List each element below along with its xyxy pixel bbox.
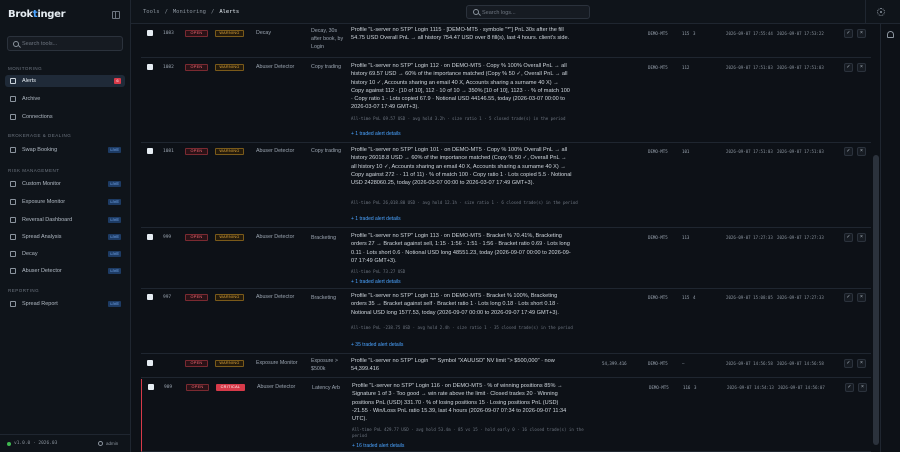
table-row[interactable]: 1083 OPEN WARNING Decay Decay, 30s after… [141,24,871,58]
severity-badge: WARNING [215,148,244,155]
ack-button[interactable]: ✓ [844,29,853,38]
traded-details-link[interactable]: + 35 traded alert details [351,342,403,348]
people-icon[interactable] [887,31,894,38]
row-checkbox[interactable] [147,64,153,70]
sidebar-item-abuser-detector[interactable]: Abuser Detector LIVE [5,265,125,277]
spread-icon [10,234,16,240]
traded-details-link[interactable]: + 16 traded alert details [352,443,404,449]
right-rail [880,24,900,452]
table-row[interactable]: OPEN WARNING Exposure Monitor Exposure >… [141,355,871,378]
traded-details-link[interactable]: + 1 traded alert details [351,279,401,285]
section-reporting: REPORTING [8,288,40,293]
decay-icon [10,251,16,257]
sidebar-item-spread-report[interactable]: Spread Report LIVE [5,298,125,310]
archive-icon [10,96,16,102]
severity-badge: WARNING [215,64,244,71]
row-checkbox[interactable] [148,384,154,390]
row-checkbox[interactable] [147,30,153,36]
sidebar-search[interactable] [7,36,123,51]
sidebar-item-spread-analysis[interactable]: Spread Analysis LIVE [5,231,125,243]
breadcrumb-alerts: Alerts [219,9,240,15]
shield-icon [10,268,16,274]
dismiss-button[interactable]: × [857,63,866,72]
brand-logo[interactable]: Broktinger [8,9,66,20]
alerts-table: 1083 OPEN WARNING Decay Decay, 30s after… [131,24,872,452]
theme-toggle-icon[interactable] [877,8,885,16]
row-checkbox[interactable] [147,294,153,300]
row-checkbox[interactable] [147,360,153,366]
bell-icon [10,78,16,84]
sidebar-item-alerts[interactable]: Alerts 6 [5,75,125,87]
alerts-count-badge: 6 [114,78,121,84]
dismiss-button[interactable]: × [858,383,867,392]
section-monitoring: MONITORING [8,66,43,71]
status-badge: OPEN [185,148,208,155]
sidebar-item-archive[interactable]: Archive [5,93,125,105]
row-checkbox[interactable] [147,234,153,240]
status-badge: OPEN [185,64,208,71]
table-row[interactable]: 1082 OPEN WARNING Abuser Detector Copy t… [141,59,871,143]
ack-button[interactable]: ✓ [844,233,853,242]
sidebar-footer: v1.0.0 · 2026.03 admin [0,434,131,452]
section-brokerage: BROKERAGE & DEALING [8,133,72,138]
severity-badge: WARNING [215,360,244,367]
severity-badge: WARNING [215,234,244,241]
ack-button[interactable]: ✓ [844,63,853,72]
sidebar-item-exposure-monitor[interactable]: Exposure Monitor LIVE [5,196,125,208]
table-row[interactable]: 999 OPEN WARNING Abuser Detector Bracket… [141,229,871,289]
dismiss-button[interactable]: × [857,29,866,38]
sidebar-item-swap-booking[interactable]: Swap Booking LIVE [5,144,125,156]
user-name[interactable]: admin [106,441,118,446]
eye-icon [10,199,16,205]
dismiss-button[interactable]: × [857,359,866,368]
status-badge: OPEN [185,30,208,37]
monitor-icon [10,181,16,187]
status-badge: OPEN [186,384,209,391]
breadcrumb-monitoring[interactable]: Monitoring [173,9,206,15]
row-checkbox[interactable] [147,148,153,154]
severity-badge: WARNING [215,30,244,37]
sidebar-item-decay[interactable]: Decay LIVE [5,248,125,260]
collapse-sidebar-icon[interactable] [112,11,120,19]
ack-button[interactable]: ✓ [845,383,854,392]
sidebar-search-input[interactable] [22,39,118,49]
traded-details-link[interactable]: + 1 traded alert details [351,216,401,222]
status-dot-icon [7,442,11,446]
top-bar: Tools / Monitoring / Alerts [131,0,900,24]
status-badge: OPEN [185,360,208,367]
ack-button[interactable]: ✓ [844,147,853,156]
version-label: v1.0.0 · 2026.03 [14,441,58,446]
sidebar-item-reversal-dashboard[interactable]: Reversal Dashboard LIVE [5,214,125,226]
log-search[interactable] [466,5,590,19]
severity-badge: CRITICAL [216,384,245,391]
sidebar-item-custom-monitor[interactable]: Custom Monitor LIVE [5,178,125,190]
ack-button[interactable]: ✓ [844,359,853,368]
log-search-input[interactable] [482,8,582,17]
divider [865,0,866,24]
dismiss-button[interactable]: × [857,147,866,156]
breadcrumb-tools[interactable]: Tools [143,9,160,15]
breadcrumb: Tools / Monitoring / Alerts [143,9,240,15]
scrollbar-thumb[interactable] [873,155,879,445]
status-badge: OPEN [185,294,208,301]
table-row[interactable]: 997 OPEN WARNING Abuser Detector Bracket… [141,290,871,354]
search-icon [473,9,479,15]
severity-badge: WARNING [215,294,244,301]
dismiss-button[interactable]: × [857,293,866,302]
link-icon [10,114,16,120]
swap-icon [10,147,16,153]
traded-details-link[interactable]: + 1 traded alert details [351,131,401,137]
section-risk: RISK MANAGEMENT [8,168,60,173]
dismiss-button[interactable]: × [857,233,866,242]
sidebar: Broktinger MONITORING Alerts 6 Archive C… [0,0,131,452]
status-badge: OPEN [185,234,208,241]
user-icon [98,441,103,446]
search-icon [13,41,19,47]
table-row[interactable]: 989 OPEN CRITICAL Abuser Detector Latenc… [141,379,871,452]
ack-button[interactable]: ✓ [844,293,853,302]
report-icon [10,301,16,307]
table-row[interactable]: 1081 OPEN WARNING Abuser Detector Copy t… [141,144,871,228]
sidebar-item-connections[interactable]: Connections [5,111,125,123]
chart-icon [10,217,16,223]
